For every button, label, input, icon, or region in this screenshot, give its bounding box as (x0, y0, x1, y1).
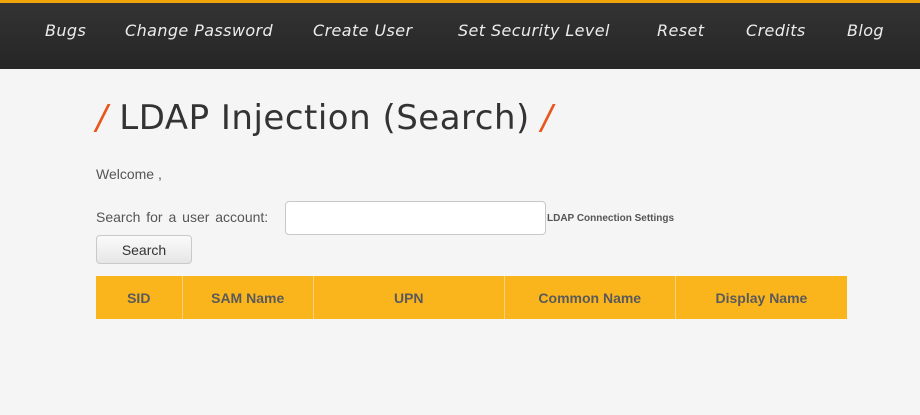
top-navbar: Bugs Change Password Create User Set Sec… (0, 0, 920, 69)
nav-item-set-security-level[interactable]: Set Security Level (458, 21, 610, 40)
search-input[interactable] (285, 201, 546, 235)
page-title-text: LDAP Injection (Search) (119, 98, 530, 138)
column-header-upn: UPN (312, 276, 505, 319)
ldap-connection-settings-link[interactable]: LDAP Connection Settings (547, 213, 674, 224)
page-title: / LDAP Injection (Search) / (96, 98, 553, 138)
nav-item-bugs[interactable]: Bugs (45, 21, 86, 40)
column-header-sam-name: SAM Name (181, 276, 314, 319)
column-header-sid: SID (127, 289, 151, 306)
welcome-text: Welcome , (96, 166, 162, 182)
nav-item-change-password[interactable]: Change Password (125, 21, 273, 40)
title-slash-left: / (96, 98, 108, 138)
title-slash-right: / (541, 98, 554, 138)
column-header-display-name: Display Name (674, 276, 847, 319)
nav-item-reset[interactable]: Reset (657, 21, 704, 40)
column-header-common-name: Common Name (503, 276, 676, 319)
nav-item-blog[interactable]: Blog (847, 21, 884, 40)
search-button[interactable]: Search (96, 235, 192, 264)
search-label: Search for a user account: (96, 209, 269, 225)
nav-item-create-user[interactable]: Create User (313, 21, 412, 40)
table-header-row: SID SAM Name UPN Common Name Display Nam… (96, 276, 847, 319)
results-table: SID SAM Name UPN Common Name Display Nam… (96, 276, 847, 319)
nav-item-credits[interactable]: Credits (746, 21, 806, 40)
